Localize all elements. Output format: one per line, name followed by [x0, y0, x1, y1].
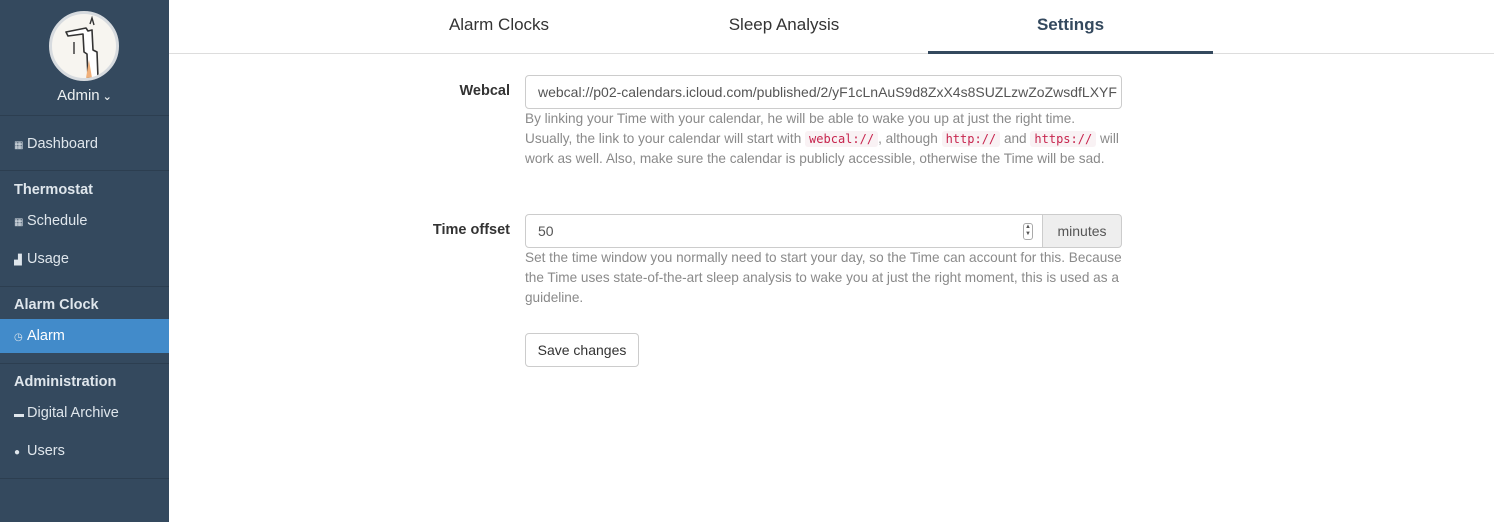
- briefcase-icon: ▬: [14, 409, 24, 420]
- divider: [0, 170, 169, 171]
- section-heading-alarm-clock: Alarm Clock: [14, 297, 99, 313]
- grid-icon: ▦: [14, 140, 24, 151]
- sidebar-item-usage[interactable]: ▟ Usage: [0, 242, 169, 276]
- admin-label: Admin: [57, 87, 100, 104]
- tab-bar: Alarm Clocks Sleep Analysis Settings: [169, 0, 1494, 54]
- bar-chart-icon: ▟: [14, 255, 22, 266]
- sidebar-item-label: Digital Archive: [27, 405, 119, 421]
- sidebar-item-label: Alarm: [27, 328, 65, 344]
- section-heading-administration: Administration: [14, 374, 117, 390]
- number-spinner-icon[interactable]: ▲ ▼: [1023, 223, 1033, 240]
- webcal-label: Webcal: [459, 83, 510, 99]
- sidebar-item-label: Users: [27, 443, 65, 459]
- sidebar-item-dashboard[interactable]: ▦ Dashboard: [0, 127, 169, 161]
- time-offset-value: 50: [538, 223, 554, 239]
- chevron-down-icon: ⌄: [102, 91, 112, 103]
- sidebar-item-label: Schedule: [27, 213, 88, 229]
- time-offset-label: Time offset: [432, 222, 510, 238]
- time-offset-help-text: Set the time window you normally need to…: [525, 250, 1122, 305]
- sidebar-item-digital-archive[interactable]: ▬ Digital Archive: [0, 396, 169, 430]
- code-http: http://: [941, 131, 1001, 147]
- minutes-addon: minutes: [1043, 214, 1122, 248]
- sidebar-item-label: Usage: [27, 251, 69, 267]
- webcal-help-text: By linking your Time with your calendar,…: [525, 109, 1125, 169]
- sidebar-item-label: Dashboard: [27, 136, 98, 152]
- tab-sleep-analysis[interactable]: Sleep Analysis: [644, 0, 924, 54]
- divider: [0, 286, 169, 287]
- calendar-icon: ▦: [14, 217, 24, 228]
- sidebar-item-alarm[interactable]: ◷ Alarm: [0, 319, 169, 353]
- admin-dropdown[interactable]: Admin ⌄: [0, 87, 169, 104]
- webcal-input[interactable]: webcal://p02-calendars.icloud.com/publis…: [525, 75, 1122, 109]
- divider: [0, 478, 169, 479]
- section-heading-thermostat: Thermostat: [14, 182, 93, 198]
- profile-panel: Admin ⌄: [0, 0, 169, 116]
- llama-logo-icon: [65, 15, 99, 78]
- avatar[interactable]: [49, 11, 119, 81]
- user-icon: ●: [14, 447, 21, 458]
- tab-alarm-clocks[interactable]: Alarm Clocks: [359, 0, 639, 54]
- sidebar-item-users[interactable]: ● Users: [0, 434, 169, 468]
- clock-icon: ◷: [14, 332, 23, 343]
- code-https: https://: [1030, 131, 1097, 147]
- divider: [0, 363, 169, 364]
- code-webcal: webcal://: [805, 131, 879, 147]
- time-offset-input[interactable]: 50 ▲ ▼: [525, 214, 1043, 248]
- tab-settings[interactable]: Settings: [928, 0, 1213, 54]
- sidebar: Admin ⌄ ▦ Dashboard Thermostat ▦ Schedule ▟…: [0, 0, 169, 522]
- sidebar-item-schedule[interactable]: ▦ Schedule: [0, 204, 169, 238]
- help-text: , although: [878, 131, 938, 146]
- save-changes-button[interactable]: Save changes: [525, 333, 639, 367]
- help-text: and: [1003, 131, 1027, 146]
